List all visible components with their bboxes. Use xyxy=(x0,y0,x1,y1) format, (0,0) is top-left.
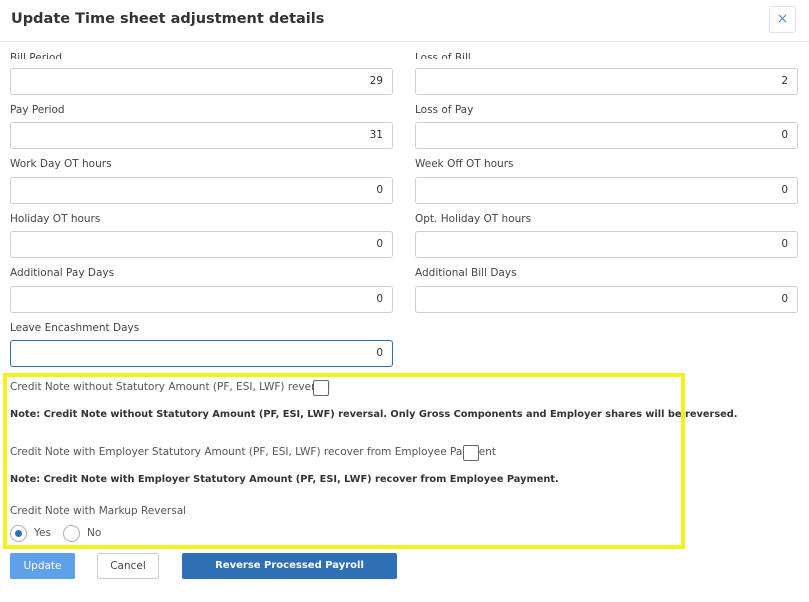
loss-of-bill-input[interactable]: 2 xyxy=(415,68,798,95)
markup-reversal-no-radio[interactable] xyxy=(63,525,80,542)
leave-encashment-days-label: Leave Encashment Days xyxy=(10,322,140,334)
close-icon[interactable]: × xyxy=(769,6,796,33)
dialog-header: Update Time sheet adjustment details × xyxy=(0,0,809,42)
week-off-ot-input[interactable]: 0 xyxy=(415,177,798,204)
pay-period-label: Pay Period xyxy=(10,104,65,116)
markup-reversal-yes-label: Yes xyxy=(34,527,51,539)
work-day-ot-input[interactable]: 0 xyxy=(10,177,393,204)
reverse-payroll-transaction-button[interactable]: Reverse Processed Payroll Transaction xyxy=(182,553,397,597)
holiday-ot-input[interactable]: 0 xyxy=(10,231,393,258)
credit-with-employer-statutory-label: Credit Note with Employer Statutory Amou… xyxy=(10,446,497,458)
credit-with-employer-statutory-checkbox[interactable] xyxy=(463,445,479,461)
additional-bill-days-input[interactable]: 0 xyxy=(415,286,798,313)
opt-holiday-ot-input[interactable]: 0 xyxy=(415,231,798,258)
credit-without-statutory-checkbox[interactable] xyxy=(313,380,329,396)
additional-pay-days-input[interactable]: 0 xyxy=(10,286,393,313)
dialog-title: Update Time sheet adjustment details xyxy=(11,11,325,27)
update-button[interactable]: Update xyxy=(10,553,75,579)
leave-encashment-days-input[interactable]: 0 xyxy=(10,340,393,367)
opt-holiday-ot-label: Opt. Holiday OT hours xyxy=(415,213,532,225)
holiday-ot-label: Holiday OT hours xyxy=(10,213,101,225)
loss-of-pay-label: Loss of Pay xyxy=(415,104,474,116)
bill-period-label: Bill Period xyxy=(10,53,63,59)
work-day-ot-label: Work Day OT hours xyxy=(10,158,112,170)
dialog-body: Bill Period 29 Loss of Bill 2 Pay Period… xyxy=(0,43,809,602)
markup-reversal-label: Credit Note with Markup Reversal xyxy=(10,505,187,517)
bill-period-input[interactable]: 29 xyxy=(10,68,393,95)
markup-reversal-no-label: No xyxy=(87,527,102,539)
radio-selected-dot xyxy=(15,530,22,537)
additional-bill-days-label: Additional Bill Days xyxy=(415,267,517,279)
week-off-ot-label: Week Off OT hours xyxy=(415,158,514,170)
credit-without-statutory-note: Note: Credit Note without Statutory Amou… xyxy=(10,409,738,420)
credit-without-statutory-label: Credit Note without Statutory Amount (PF… xyxy=(10,381,331,393)
loss-of-bill-label: Loss of Bill xyxy=(415,53,471,59)
credit-note-options-highlight xyxy=(3,373,685,549)
loss-of-pay-input[interactable]: 0 xyxy=(415,122,798,149)
credit-with-employer-statutory-note: Note: Credit Note with Employer Statutor… xyxy=(10,474,559,485)
additional-pay-days-label: Additional Pay Days xyxy=(10,267,115,279)
cancel-button[interactable]: Cancel xyxy=(97,553,159,579)
markup-reversal-yes-radio[interactable] xyxy=(10,525,27,542)
pay-period-input[interactable]: 31 xyxy=(10,122,393,149)
